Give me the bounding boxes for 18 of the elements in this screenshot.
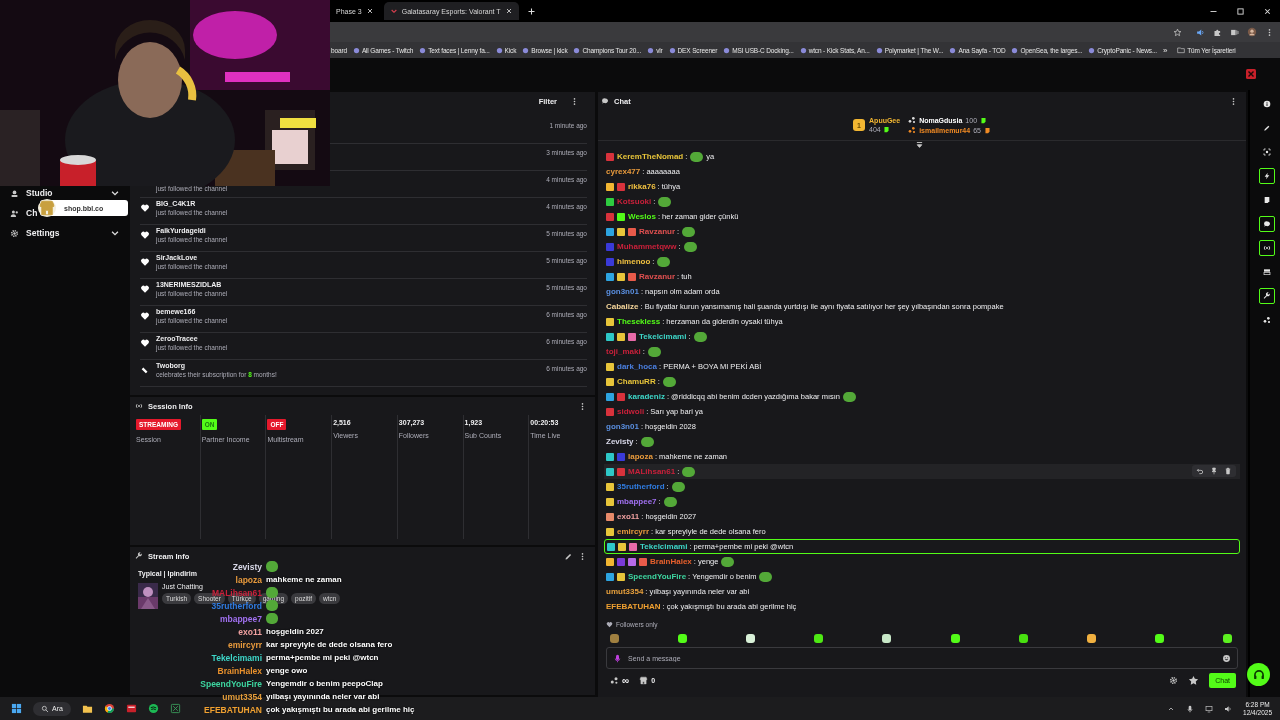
overlay-chat-message: yenge owo [266,666,308,675]
overlay-chat-message: çok yakışmıştı bu arada abi gerilme hiç [266,705,415,714]
overlay-chat-username: exo11 [238,626,262,637]
overlay-chat-message: hoşgeldin 2027 [266,627,324,636]
overlay-chat-username: Tekelcimami [211,652,262,663]
overlay-chat-username: mbappee7 [219,613,262,624]
overlay-chat-username: BrainHalex [217,665,262,676]
overlay-chat-username: emircyrr [227,639,262,650]
overlay-chat-username: umut3354 [222,691,262,702]
overlay-chat-message: yılbaşı yayınında neler var abi [266,692,380,701]
overlay-chat-message: kar spreyiyle de dede olsana fero [266,640,393,649]
overlay-chat-message: perma+pembe mi peki @wtcn [266,653,379,662]
overlay-chat-username: EFEBATUHAN [204,704,262,715]
overlay-chat-username: SpeendYouFire [200,678,262,689]
overlay-chat-message: mahkeme ne zaman [266,575,342,584]
overlay-chat-username: Zevisty [232,561,262,572]
overlay-chat-message: Yengemdir o benim peepoClap [266,679,383,688]
overlay-chat-username: lapoza [235,574,262,585]
